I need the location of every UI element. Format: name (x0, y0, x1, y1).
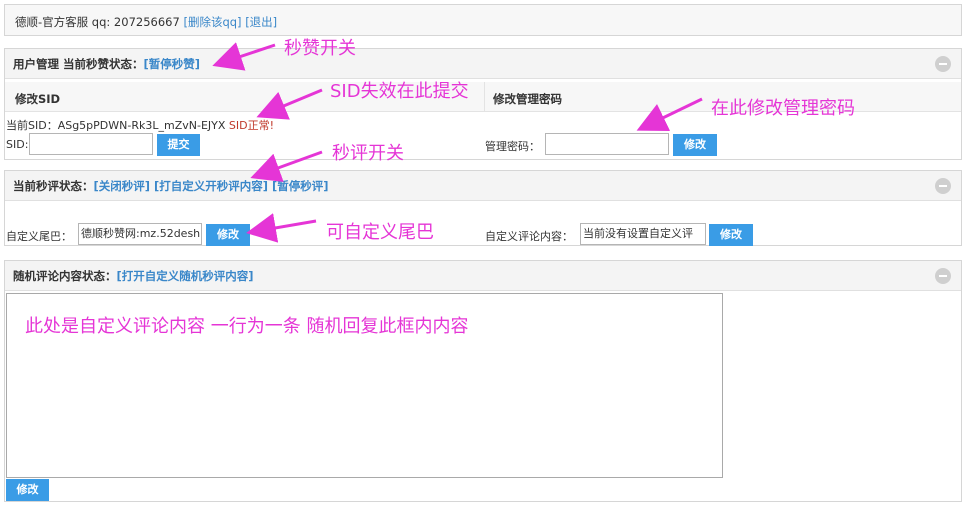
arrow-tail (246, 213, 317, 243)
annotation-sid: SID失效在此提交 (330, 81, 469, 102)
annotation-like-switch: 秒赞开关 (284, 38, 356, 59)
arrow-password (636, 97, 703, 132)
annotation-tail: 可自定义尾巴 (326, 222, 434, 243)
annotation-comment-switch: 秒评开关 (332, 143, 404, 164)
annotation-arrows (212, 42, 703, 243)
arrow-like-switch (212, 42, 276, 71)
arrow-comment-switch (250, 150, 323, 182)
arrow-sid (256, 88, 323, 120)
annotation-password: 在此修改管理密码 (711, 98, 855, 119)
